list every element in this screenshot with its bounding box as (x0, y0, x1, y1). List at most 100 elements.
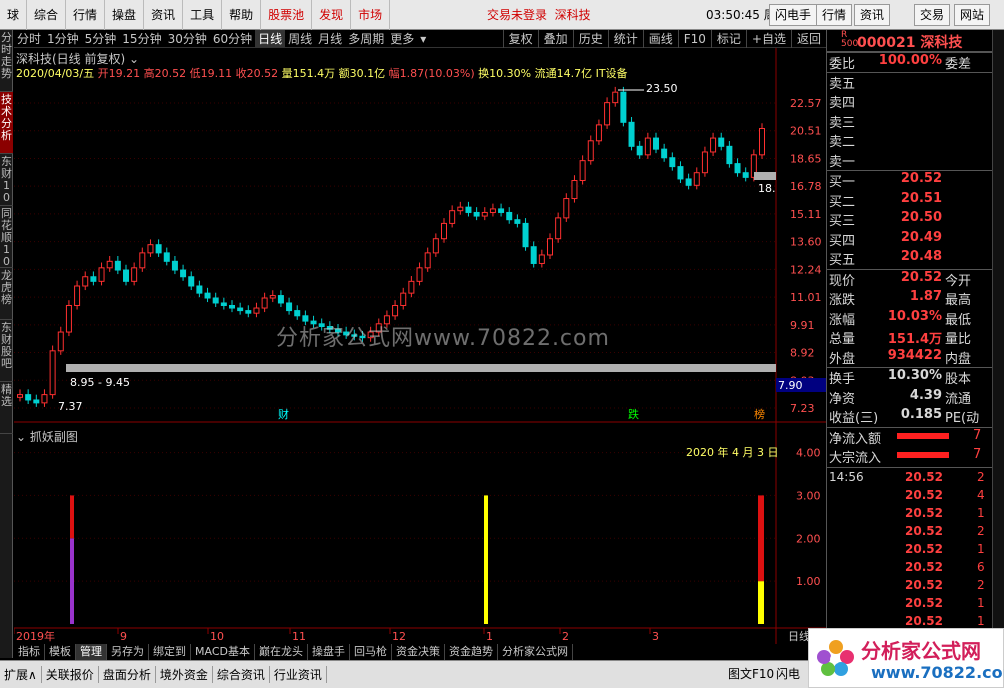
period-intraday[interactable]: 分时 (14, 30, 44, 47)
info-sector[interactable]: IT设备 (596, 67, 628, 80)
f10-button[interactable]: F10 (677, 30, 711, 48)
current-price-label: 7.90 (778, 379, 803, 392)
menu-item-tools[interactable]: 工具 (183, 0, 223, 30)
menu-item-0[interactable]: 球 (0, 0, 28, 30)
quote-panel: R 500 000021 深科技 委比 100.00% 委差 卖五 卖四 卖三 卖… (826, 30, 992, 658)
draw-line-button[interactable]: 画线 (642, 30, 678, 48)
chevron-down-icon[interactable]: ▾ (417, 32, 429, 46)
expand-button[interactable]: 扩展∧ (0, 666, 42, 683)
sub-period-button[interactable]: 日线 (788, 628, 810, 644)
period-1min[interactable]: 1分钟 (44, 30, 82, 47)
btab-manage[interactable]: 管理 (76, 644, 107, 660)
candle-body (131, 267, 138, 282)
btab-formula-site[interactable]: 分析家公式网 (498, 644, 573, 660)
tick-row: 20.52 4 (827, 488, 992, 506)
industry-news-button[interactable]: 行业资讯 (270, 666, 327, 683)
btab-leader[interactable]: 巅在龙头 (255, 644, 308, 660)
menu-item-market[interactable]: 市场 (351, 0, 391, 30)
back-button[interactable]: 返回 (790, 30, 826, 48)
y-tick-label: 11.01 (790, 291, 822, 304)
left-tab-selected[interactable]: 精选 (0, 382, 13, 434)
stat-row: 收益(三) 0.185 PE(动 (827, 407, 992, 427)
quotes-button[interactable]: 行情 (816, 4, 853, 26)
period-15min[interactable]: 15分钟 (119, 30, 164, 47)
btab-capital-trend[interactable]: 资金趋势 (445, 644, 498, 660)
chevron-down-icon[interactable]: ⌄ (16, 430, 26, 444)
overlay-button[interactable]: 叠加 (537, 30, 573, 48)
left-tab-intraday[interactable]: 分时走势 (0, 30, 13, 92)
info-date: 2020/04/03/五 (16, 67, 95, 80)
info-turn: 10.30% (489, 67, 532, 80)
market-analysis-button[interactable]: 盘面分析 (99, 666, 156, 683)
period-more[interactable]: 更多 (387, 30, 417, 47)
menu-item-quotes[interactable]: 行情 (66, 0, 106, 30)
add-watchlist-button[interactable]: +自选 (745, 30, 791, 48)
period-weekly[interactable]: 周线 (285, 30, 315, 47)
period-5min[interactable]: 5分钟 (82, 30, 120, 47)
tick-price: 20.52 (905, 613, 943, 628)
menu-item-stock-pool[interactable]: 股票池 (261, 0, 313, 30)
candle-body (245, 310, 252, 314)
flash-button[interactable]: 闪电 (776, 665, 800, 682)
left-tab-eastmoney[interactable]: 东财10 (0, 154, 13, 206)
candle-body (759, 128, 765, 156)
left-tab-ths[interactable]: 同花顺10 (0, 206, 13, 268)
event-marker: 跌 (628, 407, 639, 421)
btab-trader[interactable]: 操盘手 (308, 644, 350, 660)
menu-item-news[interactable]: 资讯 (144, 0, 184, 30)
lightning-trade-button[interactable]: 闪电手 (769, 4, 818, 26)
tick-list[interactable]: 14:56 20.52 2 20.52 4 20.52 1 20.52 2 20.52 1 … (827, 466, 992, 632)
news-button[interactable]: 资讯 (854, 4, 891, 26)
btab-template[interactable]: 模板 (45, 644, 76, 660)
foreign-capital-button[interactable]: 境外资金 (156, 666, 213, 683)
period-60min[interactable]: 60分钟 (210, 30, 255, 47)
left-tab-dragon-tiger[interactable]: 龙虎榜 (0, 268, 13, 320)
history-button[interactable]: 历史 (572, 30, 608, 48)
related-quotes-button[interactable]: 关联报价 (42, 666, 99, 683)
candle-body (710, 137, 717, 153)
btab-bind[interactable]: 绑定到 (149, 644, 191, 660)
tick-vol: 1 (977, 613, 985, 628)
bid-label: 买三 (829, 214, 856, 229)
period-30min[interactable]: 30分钟 (165, 30, 210, 47)
btab-capital-decision[interactable]: 资金决策 (392, 644, 445, 660)
menu-item-trading[interactable]: 操盘 (105, 0, 145, 30)
website-button[interactable]: 网站 (954, 4, 991, 26)
period-daily[interactable]: 日线 (255, 30, 286, 47)
menu-item-comprehensive[interactable]: 综合 (27, 0, 67, 30)
f10-text-button[interactable]: 图文F10 (728, 665, 774, 682)
chevron-down-icon[interactable]: ⌄ (129, 52, 139, 66)
weicha-label: 委差 (945, 57, 972, 72)
menu-item-help[interactable]: 帮助 (222, 0, 262, 30)
candle-body (155, 244, 162, 254)
general-news-button[interactable]: 综合资讯 (213, 666, 270, 683)
period-multi[interactable]: 多周期 (345, 30, 387, 47)
tick-vol: 1 (977, 541, 985, 556)
left-tab-technical[interactable]: 技术分析 (0, 92, 13, 154)
weibi-row: 委比 100.00% 委差 (827, 52, 992, 72)
btab-pullback[interactable]: 回马枪 (350, 644, 392, 660)
candle-body (612, 91, 619, 104)
flow-block: 净流入额 7 大宗流入 7 (827, 426, 992, 467)
btab-save-as[interactable]: 另存为 (107, 644, 149, 660)
tick-price: 20.52 (905, 559, 943, 574)
site-logo: 分析家公式网 www.70822.com (808, 628, 1004, 688)
stat-label: 收益(三) (829, 411, 879, 426)
candle-body (538, 254, 545, 264)
adjust-button[interactable]: 复权 (502, 30, 538, 48)
candle-body (204, 292, 211, 299)
candle-body (441, 222, 447, 240)
info-low: 19.11 (200, 67, 233, 80)
peak-annotation: 23.50 (646, 82, 678, 95)
mark-button[interactable]: 标记 (710, 30, 746, 48)
period-monthly[interactable]: 月线 (315, 30, 345, 47)
candle-body (229, 304, 235, 309)
candle-body (522, 222, 529, 248)
stat-row: 净资 4.39 流通 (827, 388, 992, 408)
left-tab-guba[interactable]: 东财股吧 (0, 320, 13, 382)
btab-macd[interactable]: MACD基本 (191, 644, 255, 660)
statistics-button[interactable]: 统计 (607, 30, 643, 48)
trade-button[interactable]: 交易 (914, 4, 951, 26)
btab-indicator[interactable]: 指标 (14, 644, 45, 660)
menu-item-discover[interactable]: 发现 (312, 0, 352, 30)
